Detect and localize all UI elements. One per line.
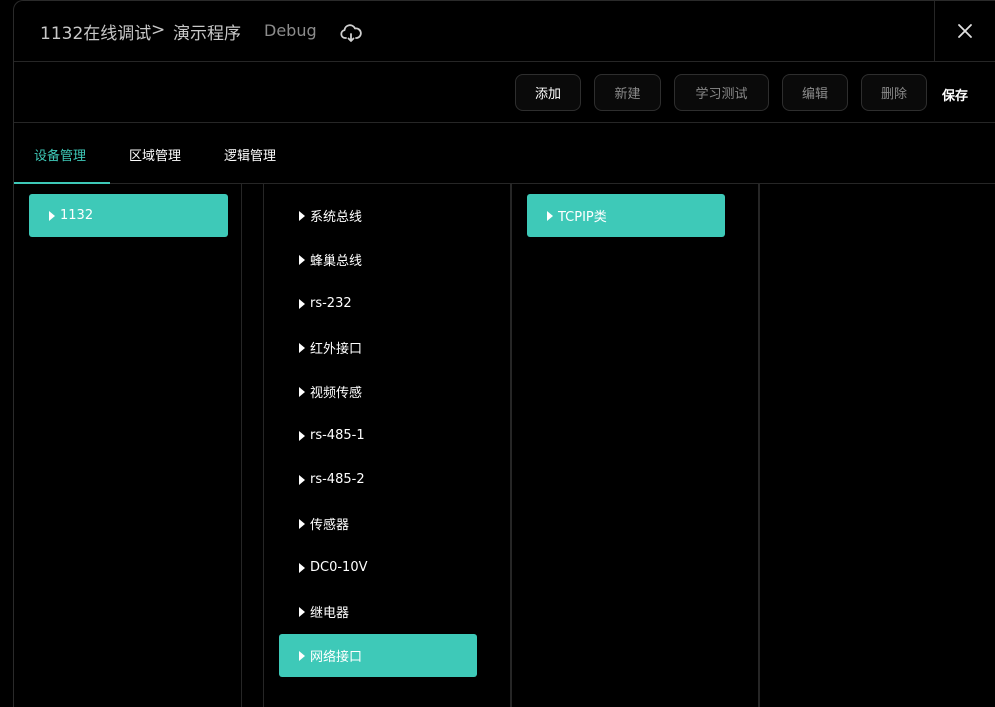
new-button[interactable]: 新建 — [594, 74, 661, 111]
interface-item[interactable]: rs-485-2 — [279, 458, 477, 501]
device-column: 1132 — [14, 184, 242, 707]
detail-column — [759, 184, 995, 707]
cloud-sync-icon[interactable] — [340, 23, 362, 43]
interface-item[interactable]: 蜂巢总线 — [279, 238, 477, 281]
learn-test-button[interactable]: 学习测试 — [674, 74, 769, 111]
tab-bar: 设备管理 区域管理 逻辑管理 — [14, 123, 995, 184]
interface-item[interactable]: 传感器 — [279, 502, 477, 545]
caret-right-icon — [299, 650, 305, 661]
interface-item-label: 系统总线 — [310, 210, 363, 225]
delete-button[interactable]: 删除 — [861, 74, 927, 111]
interface-item-label: rs-232 — [310, 296, 352, 311]
toolbar: 添加 新建 学习测试 编辑 删除 保存 — [14, 62, 995, 123]
caret-right-icon — [299, 386, 305, 397]
breadcrumb-root[interactable]: 1132在线调试 — [40, 19, 151, 44]
device-item[interactable]: 1132 — [29, 194, 228, 237]
caret-right-icon — [299, 518, 305, 529]
interface-item[interactable]: DC0-10V — [279, 546, 477, 589]
interface-item-label: 继电器 — [310, 606, 350, 621]
debug-window: 1132在线调试 > 演示程序 Debug 添加 新建 学习测试 编辑 删除 保… — [13, 0, 995, 707]
type-item[interactable]: TCPIP类 — [527, 194, 725, 237]
device-item-label: 1132 — [60, 208, 94, 223]
add-button[interactable]: 添加 — [515, 74, 581, 111]
caret-right-icon — [299, 342, 305, 353]
type-column: TCPIP类 — [511, 184, 759, 707]
interface-item[interactable]: 红外接口 — [279, 326, 477, 369]
interface-item[interactable]: 网络接口 — [279, 634, 477, 677]
caret-right-icon — [299, 298, 305, 309]
close-icon[interactable] — [957, 23, 973, 39]
caret-right-icon — [299, 474, 305, 485]
header: 1132在线调试 > 演示程序 Debug — [14, 1, 995, 62]
caret-right-icon — [299, 210, 305, 221]
tab-area-management[interactable]: 区域管理 — [129, 145, 181, 164]
interface-item-label: DC0-10V — [310, 560, 368, 575]
type-item-label: TCPIP类 — [558, 210, 607, 225]
mode-label: Debug — [264, 21, 317, 40]
interface-item[interactable]: 视频传感 — [279, 370, 477, 413]
caret-right-icon — [299, 562, 305, 573]
caret-right-icon — [299, 254, 305, 265]
caret-right-icon — [299, 606, 305, 617]
interface-item-label: rs-485-1 — [310, 428, 365, 443]
close-area — [934, 1, 995, 62]
interface-item-label: 网络接口 — [310, 650, 363, 665]
caret-right-icon — [547, 210, 553, 221]
caret-right-icon — [299, 430, 305, 441]
interface-item[interactable]: 系统总线 — [279, 194, 477, 237]
interface-item-label: 蜂巢总线 — [310, 254, 363, 269]
tab-device-management[interactable]: 设备管理 — [34, 145, 86, 164]
tab-logic-management[interactable]: 逻辑管理 — [224, 145, 276, 164]
save-button[interactable]: 保存 — [942, 85, 968, 104]
interface-item-label: rs-485-2 — [310, 472, 365, 487]
edit-button[interactable]: 编辑 — [782, 74, 848, 111]
breadcrumb-separator: > — [151, 20, 166, 40]
interface-item[interactable]: rs-232 — [279, 282, 477, 325]
interface-item-label: 传感器 — [310, 518, 350, 533]
interface-column: 系统总线 蜂巢总线 rs-232 红外接口 视频传感 rs-485-1 rs-4… — [263, 184, 511, 707]
interface-item-label: 视频传感 — [310, 386, 363, 401]
page-title: 演示程序 — [173, 24, 241, 44]
interface-item[interactable]: rs-485-1 — [279, 414, 477, 457]
caret-right-icon — [49, 210, 55, 221]
interface-item[interactable]: 继电器 — [279, 590, 477, 633]
interface-item-label: 红外接口 — [310, 342, 363, 357]
